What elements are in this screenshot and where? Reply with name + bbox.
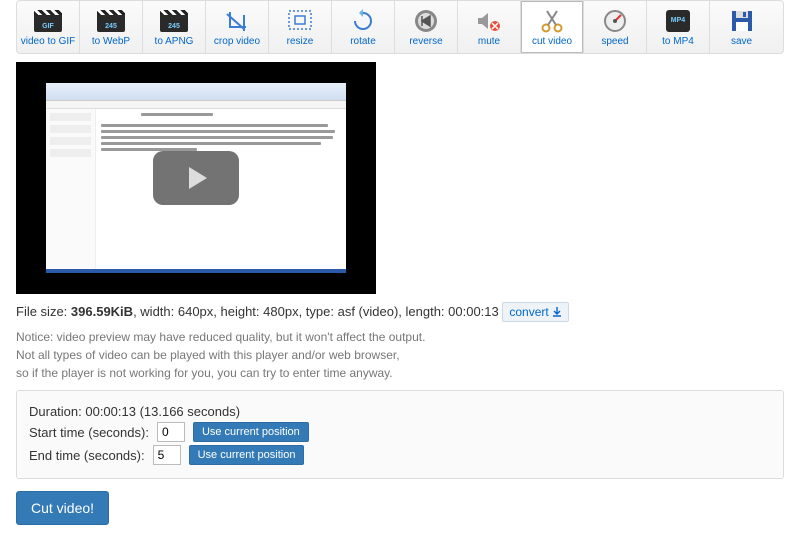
tool-save[interactable]: save	[710, 1, 773, 53]
clapper-icon	[97, 8, 125, 34]
crop-icon	[223, 8, 251, 34]
tool-speed[interactable]: speed	[584, 1, 647, 53]
file-size-prefix: File size:	[16, 304, 71, 319]
tool-mute[interactable]: mute	[458, 1, 521, 53]
resize-icon	[286, 8, 314, 34]
rotate-icon	[349, 8, 377, 34]
tool-label: cut video	[532, 36, 572, 47]
tool-label: resize	[287, 36, 314, 47]
file-info-rest: , width: 640px, height: 480px, type: asf…	[133, 304, 499, 319]
convert-button[interactable]: convert	[502, 302, 568, 322]
reverse-icon	[412, 8, 440, 34]
play-button[interactable]	[153, 151, 239, 205]
video-player[interactable]	[16, 62, 376, 294]
tool-label: reverse	[409, 36, 442, 47]
toolbar: video to GIF to WebP to APNG crop video …	[16, 0, 784, 54]
start-time-label: Start time (seconds):	[29, 425, 149, 440]
tool-label: to MP4	[662, 36, 694, 47]
convert-label: convert	[509, 305, 548, 319]
clapper-icon	[34, 8, 62, 34]
tool-cut-video[interactable]: cut video	[521, 1, 584, 53]
tool-label: crop video	[214, 36, 260, 47]
use-current-end-button[interactable]: Use current position	[189, 445, 305, 465]
tool-rotate[interactable]: rotate	[332, 1, 395, 53]
start-time-input[interactable]	[157, 422, 185, 442]
notice-line: so if the player is not working for you,…	[16, 364, 784, 382]
notice-text: Notice: video preview may have reduced q…	[16, 328, 784, 382]
tool-to-mp4[interactable]: MP4 to MP4	[647, 1, 710, 53]
tool-video-to-gif[interactable]: video to GIF	[17, 1, 80, 53]
duration-panel: Duration: 00:00:13 (13.166 seconds) Star…	[16, 390, 784, 479]
save-icon	[728, 8, 756, 34]
tool-to-apng[interactable]: to APNG	[143, 1, 206, 53]
tool-resize[interactable]: resize	[269, 1, 332, 53]
video-area	[16, 62, 784, 294]
notice-line: Not all types of video can be played wit…	[16, 346, 784, 364]
tool-label: to WebP	[92, 36, 130, 47]
mp4-icon: MP4	[664, 8, 692, 34]
play-icon	[189, 167, 207, 189]
notice-line: Notice: video preview may have reduced q…	[16, 328, 784, 346]
file-size-value: 396.59KiB	[71, 304, 133, 319]
tool-reverse[interactable]: reverse	[395, 1, 458, 53]
download-icon	[552, 307, 562, 317]
tool-to-webp[interactable]: to WebP	[80, 1, 143, 53]
clapper-icon	[160, 8, 188, 34]
mute-icon	[475, 8, 503, 34]
tool-label: speed	[601, 36, 628, 47]
tool-label: to APNG	[155, 36, 194, 47]
file-info: File size: 396.59KiB, width: 640px, heig…	[16, 302, 784, 322]
end-time-input[interactable]	[153, 445, 181, 465]
tool-label: mute	[478, 36, 500, 47]
tool-label: save	[731, 36, 752, 47]
end-time-label: End time (seconds):	[29, 448, 145, 463]
tool-crop-video[interactable]: crop video	[206, 1, 269, 53]
tool-label: rotate	[350, 36, 376, 47]
use-current-start-button[interactable]: Use current position	[193, 422, 309, 442]
scissors-icon	[538, 8, 566, 34]
speed-icon	[601, 8, 629, 34]
duration-heading: Duration: 00:00:13 (13.166 seconds)	[29, 404, 771, 419]
tool-label: video to GIF	[21, 36, 75, 47]
cut-video-button[interactable]: Cut video!	[16, 491, 109, 525]
